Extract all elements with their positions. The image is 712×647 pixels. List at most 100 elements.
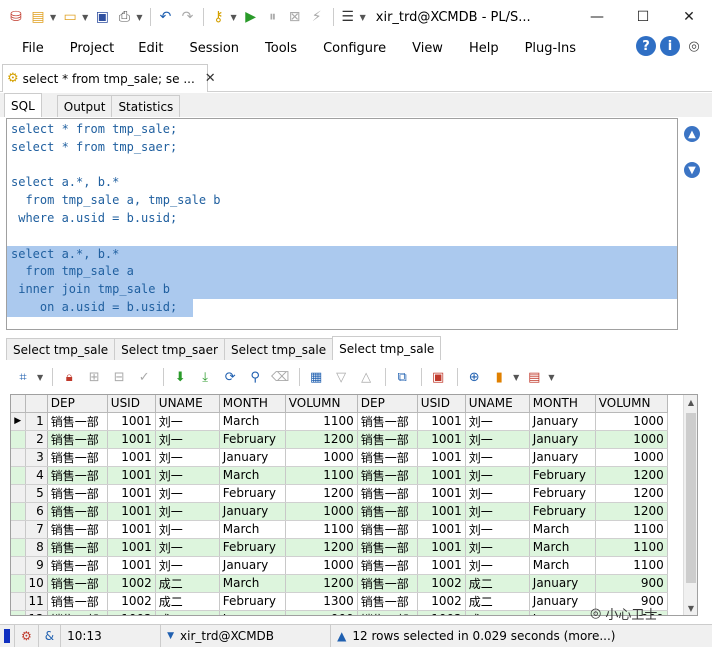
scroll-down-icon[interactable]: ▼ [684, 601, 697, 615]
table-cell[interactable]: February [529, 484, 596, 503]
table-cell[interactable]: 销售一部 [357, 484, 418, 503]
print-icon[interactable]: ⎙ [114, 7, 134, 27]
link-icon[interactable]: ⧉ [391, 366, 413, 388]
key-icon[interactable]: ⚷ [208, 7, 228, 27]
menu-project[interactable]: Project [54, 41, 124, 56]
table-cell[interactable]: 销售一部 [357, 448, 418, 467]
table-row[interactable]: 3 销售一部 1001 刘一 January 1000 销售一部 1001 刘一 January 1… [11, 448, 668, 467]
table-cell[interactable]: 1200 [595, 466, 668, 485]
scroll-thumb[interactable] [686, 413, 696, 583]
table-cell[interactable]: 1001 [107, 466, 156, 485]
table-cell[interactable]: 1001 [417, 520, 466, 539]
menu-configure[interactable]: Configure [307, 41, 396, 56]
settings-dropdown-icon[interactable]: ▼ [360, 13, 366, 22]
table-row[interactable]: 10 销售一部 1002 成二 March 1200 销售一部 1002 成二 January 90… [11, 574, 668, 593]
column-header[interactable]: DEP [357, 395, 418, 413]
table-dropdown-icon[interactable]: ▼ [548, 373, 554, 382]
table-cell[interactable]: 刘一 [155, 520, 220, 539]
table-cell[interactable]: 销售一部 [47, 502, 108, 521]
table-cell[interactable]: 销售一部 [357, 520, 418, 539]
table-row[interactable]: 8 销售一部 1001 刘一 February 1200 销售一部 1001 刘一 March 11… [11, 538, 668, 557]
table-cell[interactable]: 1100 [595, 538, 668, 557]
table-cell[interactable]: January [529, 412, 596, 431]
table-cell[interactable]: 销售一部 [357, 574, 418, 593]
sort-down-icon[interactable]: ▽ [330, 366, 352, 388]
table-cell[interactable]: 1300 [285, 592, 358, 611]
menu-session[interactable]: Session [173, 41, 249, 56]
table-cell[interactable]: 销售一部 [357, 430, 418, 449]
table-cell[interactable]: 1000 [595, 430, 668, 449]
table-cell[interactable]: March [529, 520, 596, 539]
clear-icon[interactable]: ⌫ [269, 366, 291, 388]
tab-statistics[interactable]: Statistics [111, 95, 181, 117]
tab-sql[interactable]: SQL [4, 93, 42, 117]
table-cell[interactable]: 1001 [107, 556, 156, 575]
table-cell[interactable]: 成二 [155, 610, 220, 615]
lock-record-icon[interactable]: 🔒︎ [58, 366, 80, 388]
sql-editor[interactable]: select * from tmp_sale; select * from tm… [6, 118, 678, 330]
table-cell[interactable]: 1000 [285, 448, 358, 467]
table-cell[interactable]: 1001 [107, 430, 156, 449]
table-row[interactable]: ▶ 1 销售一部 1001 刘一 March 1100 销售一部 1001 刘一 January 10… [11, 412, 668, 431]
table-cell[interactable]: 销售一部 [47, 484, 108, 503]
table-cell[interactable]: January [219, 556, 286, 575]
table-cell[interactable]: 1002 [107, 574, 156, 593]
table-cell[interactable]: 销售一部 [47, 610, 108, 615]
key-dropdown-icon[interactable]: ▼ [230, 13, 236, 22]
new-dropdown-icon[interactable]: ▼ [50, 13, 56, 22]
table-cell[interactable]: 1001 [107, 412, 156, 431]
menu-view[interactable]: View [396, 41, 453, 56]
table-cell[interactable]: 刘一 [155, 430, 220, 449]
table-cell[interactable]: 1002 [417, 592, 466, 611]
table-cell[interactable]: 成二 [465, 592, 530, 611]
table-cell[interactable]: 刘一 [155, 538, 220, 557]
wechat-icon[interactable]: ◎ [684, 36, 704, 56]
table-cell[interactable]: 刘一 [155, 502, 220, 521]
table-cell[interactable]: January [529, 610, 596, 615]
status-connection[interactable]: ▼ xir_trd@XCMDB [161, 624, 332, 647]
sql-window-tab[interactable]: ⚙ select * from tmp_sale; se ... ✕ [2, 64, 216, 92]
table-cell[interactable]: 1001 [417, 448, 466, 467]
table-cell[interactable]: March [529, 556, 596, 575]
menu-help[interactable]: Help [453, 41, 509, 56]
table-cell[interactable]: 1002 [417, 610, 466, 615]
table-cell[interactable]: 1000 [595, 412, 668, 431]
table-cell[interactable]: 销售一部 [47, 520, 108, 539]
fetch-last-icon[interactable]: ⤓ [194, 366, 216, 388]
table-cell[interactable]: 销售一部 [47, 556, 108, 575]
table-cell[interactable]: January [529, 592, 596, 611]
table-cell[interactable]: 1001 [417, 502, 466, 521]
table-cell[interactable]: 1000 [285, 502, 358, 521]
table-cell[interactable]: February [219, 484, 286, 503]
table-cell[interactable]: 1001 [107, 520, 156, 539]
table-cell[interactable]: 成二 [465, 610, 530, 615]
table-cell[interactable]: 成二 [155, 574, 220, 593]
table-cell[interactable]: 销售一部 [47, 574, 108, 593]
table-cell[interactable]: January [529, 448, 596, 467]
table-cell[interactable]: 1002 [107, 592, 156, 611]
query-by-example-icon[interactable]: ▦ [305, 366, 327, 388]
save-icon[interactable]: ▣ [92, 7, 112, 27]
table-cell[interactable]: March [529, 538, 596, 557]
table-cell[interactable]: February [529, 502, 596, 521]
table-cell[interactable]: 1001 [417, 412, 466, 431]
table-cell[interactable]: February [219, 538, 286, 557]
table-cell[interactable]: 1100 [285, 520, 358, 539]
undo-icon[interactable]: ↶ [155, 7, 175, 27]
table-cell[interactable]: January [219, 502, 286, 521]
column-header[interactable]: USID [107, 395, 156, 413]
table-cell[interactable]: 销售一部 [47, 538, 108, 557]
close-window-button[interactable]: ✕ [666, 0, 712, 34]
print-dropdown-icon[interactable]: ▼ [136, 13, 142, 22]
table-cell[interactable]: January [529, 430, 596, 449]
table-cell[interactable]: January [219, 610, 286, 615]
table-cell[interactable]: 刘一 [155, 412, 220, 431]
export-icon[interactable]: ⊕ [463, 366, 485, 388]
table-cell[interactable]: 1100 [595, 520, 668, 539]
table-cell[interactable]: 销售一部 [47, 592, 108, 611]
sort-up-icon[interactable]: △ [355, 366, 377, 388]
vertical-scrollbar[interactable]: ▲ ▼ [683, 395, 697, 615]
column-header[interactable]: DEP [47, 395, 108, 413]
table-row[interactable]: 6 销售一部 1001 刘一 January 1000 销售一部 1001 刘一 February… [11, 502, 668, 521]
table-cell[interactable]: 1000 [595, 448, 668, 467]
